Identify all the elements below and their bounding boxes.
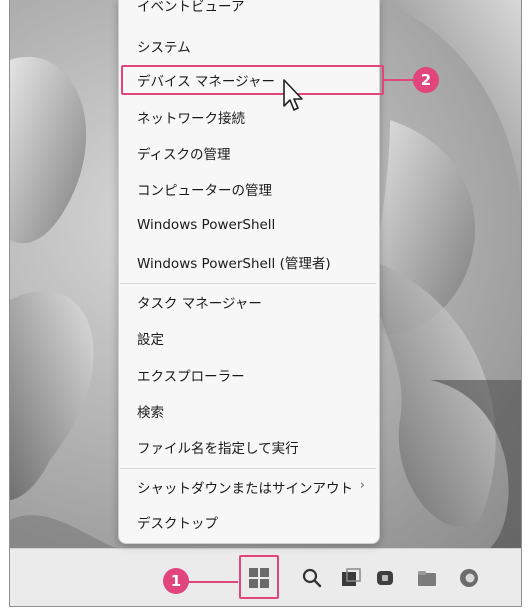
callout-line-2 xyxy=(384,79,414,81)
menu-item-label: デスクトップ xyxy=(137,516,218,532)
menu-item-label: ディスクの管理 xyxy=(137,147,231,163)
browser-button[interactable] xyxy=(452,561,486,595)
menu-item-desktop[interactable]: デスクトップ xyxy=(119,505,377,539)
menu-item-label: ファイル名を指定して実行 xyxy=(137,441,299,457)
device-manager-highlight-box xyxy=(121,65,384,95)
task-view-button[interactable] xyxy=(334,561,368,595)
menu-item-label: コンピューターの管理 xyxy=(137,183,272,199)
chat-icon xyxy=(377,571,393,585)
callout-badge-2: 2 xyxy=(413,67,439,93)
mouse-pointer-icon xyxy=(283,79,303,111)
browser-icon xyxy=(460,569,478,587)
callout-badge-1: 1 xyxy=(163,568,189,594)
menu-item-event-viewer[interactable]: イベントビューア xyxy=(119,0,377,22)
menu-item-powershell[interactable]: Windows PowerShell xyxy=(119,208,377,242)
menu-item-shutdown-signout[interactable]: シャットダウンまたはサインアウト › xyxy=(119,470,377,504)
menu-item-label: シャットダウンまたはサインアウト xyxy=(137,481,353,497)
chevron-right-icon: › xyxy=(359,478,365,493)
menu-item-label: システム xyxy=(137,40,191,56)
menu-item-explorer[interactable]: エクスプローラー xyxy=(119,358,377,392)
menu-item-settings[interactable]: 設定 xyxy=(119,321,377,355)
menu-item-powershell-admin[interactable]: Windows PowerShell (管理者) xyxy=(119,245,377,279)
menu-item-computer-management[interactable]: コンピューターの管理 xyxy=(119,172,377,206)
menu-item-label: タスク マネージャー xyxy=(137,296,262,312)
file-explorer-icon xyxy=(418,571,436,586)
menu-item-label: 設定 xyxy=(137,332,164,348)
menu-item-network-connections[interactable]: ネットワーク接続 xyxy=(119,100,377,134)
menu-item-task-manager[interactable]: タスク マネージャー xyxy=(119,285,377,319)
menu-item-label: Windows PowerShell (管理者) xyxy=(137,256,331,272)
menu-item-system[interactable]: システム xyxy=(119,29,377,63)
search-icon xyxy=(302,568,322,588)
chat-button[interactable] xyxy=(369,561,403,595)
start-button[interactable] xyxy=(242,561,276,595)
menu-item-label: イベントビューア xyxy=(137,0,245,15)
menu-item-label: ネットワーク接続 xyxy=(137,111,245,127)
menu-item-disk-management[interactable]: ディスクの管理 xyxy=(119,136,377,170)
menu-separator xyxy=(120,468,376,469)
taskbar xyxy=(10,548,521,606)
callout-line-1 xyxy=(187,581,238,583)
start-icon xyxy=(249,568,269,588)
menu-item-label: 検索 xyxy=(137,405,164,421)
menu-separator xyxy=(120,283,376,284)
menu-item-search[interactable]: 検索 xyxy=(119,394,377,428)
file-explorer-button[interactable] xyxy=(410,561,444,595)
task-view-icon xyxy=(342,568,361,586)
menu-item-label: エクスプローラー xyxy=(137,369,245,385)
menu-item-run[interactable]: ファイル名を指定して実行 xyxy=(119,430,377,464)
search-button[interactable] xyxy=(295,561,329,595)
menu-item-label: Windows PowerShell xyxy=(137,217,276,233)
